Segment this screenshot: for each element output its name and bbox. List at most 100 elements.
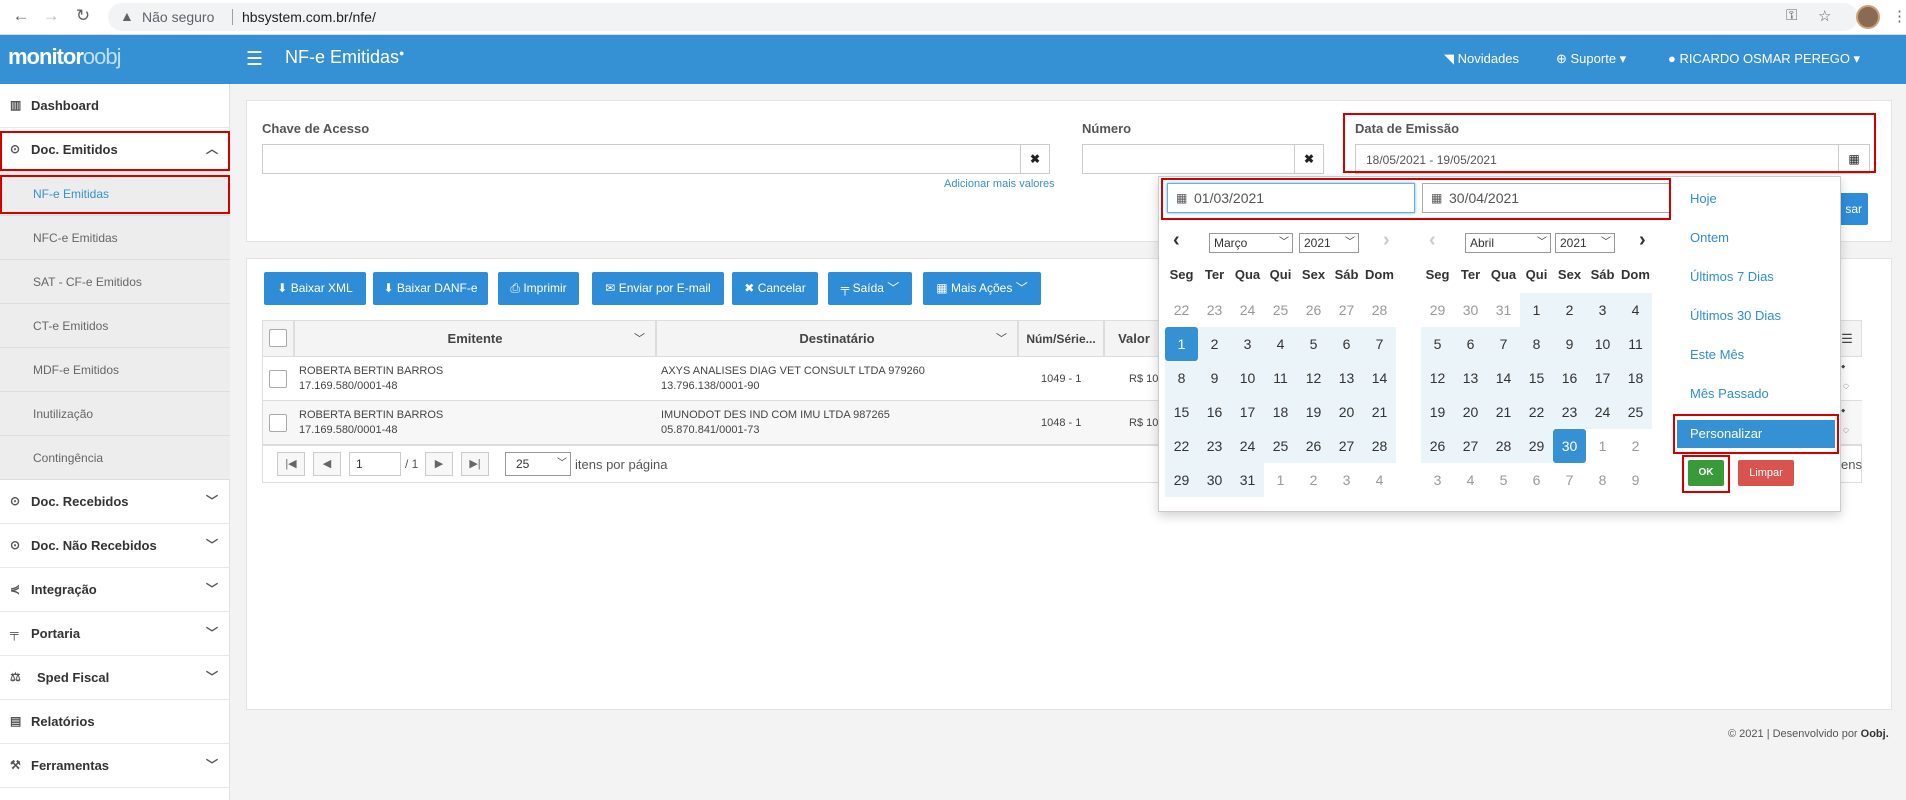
calendar-day[interactable]: 30 bbox=[1198, 463, 1231, 497]
right-year-select[interactable]: 2021 ﹀ bbox=[1555, 233, 1615, 253]
calendar-day[interactable]: 10 bbox=[1231, 361, 1264, 395]
sidebar-sub-cte-emitidos[interactable]: CT-e Emitidos bbox=[0, 304, 230, 348]
sidebar-item-doc-emitidos[interactable]: ⊙ Doc. Emitidos ︿ bbox=[0, 128, 230, 172]
calendar-day[interactable]: 2 bbox=[1297, 463, 1330, 497]
calendar-day[interactable]: 18 bbox=[1619, 361, 1652, 395]
mais-acoes-button[interactable]: ▦ Mais Ações ﹀ bbox=[923, 272, 1041, 305]
header-emitente[interactable]: Emitente ﹀ bbox=[294, 320, 656, 357]
star-icon[interactable]: ☆ bbox=[1818, 7, 1831, 25]
comment-icon[interactable]: ◌ bbox=[1843, 423, 1849, 438]
calendar-day[interactable]: 27 bbox=[1454, 429, 1487, 463]
sidebar-sub-contingencia[interactable]: Contingência bbox=[0, 436, 230, 480]
limpar-button[interactable]: Limpar bbox=[1738, 460, 1794, 486]
calendar-day[interactable]: 1 bbox=[1264, 463, 1297, 497]
back-icon[interactable]: ← bbox=[10, 6, 32, 26]
prev-month-icon[interactable]: ‹ bbox=[1173, 229, 1180, 252]
prev-page-button[interactable]: ◀ bbox=[313, 452, 341, 476]
calendar-day[interactable]: 19 bbox=[1421, 395, 1454, 429]
baixar-danfe-button[interactable]: ⬇ Baixar DANF-e bbox=[373, 272, 488, 305]
clear-chave-button[interactable]: ✖ bbox=[1020, 144, 1050, 174]
calendar-day[interactable]: 2 bbox=[1619, 429, 1652, 463]
sidebar-sub-sat-emitidos[interactable]: SAT - CF-e Emitidos bbox=[0, 260, 230, 304]
sidebar-sub-nfce-emitidas[interactable]: NFC-e Emitidas bbox=[0, 216, 230, 260]
profile-avatar[interactable] bbox=[1856, 5, 1880, 29]
add-more-link[interactable]: Adicionar mais valores bbox=[944, 178, 1055, 190]
calendar-icon[interactable]: ▦ bbox=[1838, 144, 1870, 174]
chevron-down-icon[interactable]: ﹀ bbox=[996, 321, 1007, 357]
nav-suporte[interactable]: ⊕ Suporte ▾ bbox=[1556, 51, 1626, 67]
calendar-day[interactable]: 8 bbox=[1165, 361, 1198, 395]
reload-icon[interactable]: ↻ bbox=[72, 6, 94, 26]
range-mes-passado[interactable]: Mês Passado bbox=[1690, 380, 1850, 408]
calendar-day[interactable]: 1 bbox=[1165, 327, 1198, 361]
key-icon[interactable]: ⚿ bbox=[1786, 7, 1797, 24]
calendar-day[interactable]: 8 bbox=[1586, 463, 1619, 497]
sidebar-item-relatorios[interactable]: ▤ Relatórios bbox=[0, 700, 230, 744]
calendar-day[interactable]: 4 bbox=[1454, 463, 1487, 497]
start-date-input[interactable]: ▦ 01/03/2021 bbox=[1167, 183, 1415, 213]
calendar-day[interactable]: 28 bbox=[1363, 429, 1396, 463]
calendar-day[interactable]: 29 bbox=[1520, 429, 1553, 463]
calendar-day[interactable]: 14 bbox=[1487, 361, 1520, 395]
calendar-day[interactable]: 17 bbox=[1586, 361, 1619, 395]
calendar-day[interactable]: 26 bbox=[1297, 429, 1330, 463]
calendar-day[interactable]: 28 bbox=[1487, 429, 1520, 463]
left-year-select[interactable]: 2021 ﹀ bbox=[1299, 233, 1359, 253]
calendar-day[interactable]: 23 bbox=[1198, 429, 1231, 463]
row-checkbox[interactable] bbox=[269, 414, 287, 432]
calendar-day[interactable]: 25 bbox=[1264, 293, 1297, 327]
sidebar-sub-mdfe-emitidos[interactable]: MDF-e Emitidos bbox=[0, 348, 230, 392]
calendar-day[interactable]: 24 bbox=[1586, 395, 1619, 429]
calendar-day[interactable]: 13 bbox=[1330, 361, 1363, 395]
range-personalizar[interactable]: Personalizar bbox=[1677, 420, 1835, 448]
calendar-day[interactable]: 6 bbox=[1330, 327, 1363, 361]
clear-numero-button[interactable]: ✖ bbox=[1294, 144, 1324, 174]
calendar-day[interactable]: 26 bbox=[1297, 293, 1330, 327]
range-hoje[interactable]: Hoje bbox=[1690, 185, 1850, 213]
header-destinatario[interactable]: Destinatário ﹀ bbox=[656, 320, 1018, 357]
calendar-day[interactable]: 2 bbox=[1553, 293, 1586, 327]
right-month-select[interactable]: Abril ﹀ bbox=[1465, 233, 1551, 253]
enviar-email-button[interactable]: ✉ Enviar por E-mail bbox=[592, 272, 724, 305]
chevron-down-icon[interactable]: ﹀ bbox=[634, 321, 645, 357]
calendar-day[interactable]: 21 bbox=[1487, 395, 1520, 429]
calendar-day[interactable]: 7 bbox=[1553, 463, 1586, 497]
range-ontem[interactable]: Ontem bbox=[1690, 224, 1850, 252]
calendar-day[interactable]: 22 bbox=[1520, 395, 1553, 429]
calendar-day[interactable]: 25 bbox=[1264, 429, 1297, 463]
calendar-day[interactable]: 4 bbox=[1619, 293, 1652, 327]
calendar-day[interactable]: 14 bbox=[1363, 361, 1396, 395]
calendar-day[interactable]: 23 bbox=[1553, 395, 1586, 429]
forward-icon[interactable]: → bbox=[40, 6, 62, 26]
sidebar-item-integracao[interactable]: ⋞ Integração ﹀ bbox=[0, 568, 230, 612]
calendar-day[interactable]: 30 bbox=[1454, 293, 1487, 327]
baixar-xml-button[interactable]: ⬇ Baixar XML bbox=[264, 272, 366, 305]
range-ultimos-7[interactable]: Últimos 7 Dias bbox=[1690, 263, 1850, 291]
calendar-day[interactable]: 16 bbox=[1198, 395, 1231, 429]
calendar-day[interactable]: 5 bbox=[1487, 463, 1520, 497]
last-page-button[interactable]: ▶| bbox=[461, 452, 489, 476]
range-ultimos-30[interactable]: Últimos 30 Dias bbox=[1690, 302, 1850, 330]
calendar-day[interactable]: 4 bbox=[1363, 463, 1396, 497]
calendar-day[interactable]: 20 bbox=[1454, 395, 1487, 429]
data-emissao-input[interactable]: 18/05/2021 - 19/05/2021 bbox=[1355, 144, 1840, 174]
calendar-day[interactable]: 31 bbox=[1487, 293, 1520, 327]
url-text[interactable]: hbsystem.com.br/nfe/ bbox=[242, 9, 376, 25]
calendar-day[interactable]: 25 bbox=[1619, 395, 1652, 429]
calendar-day[interactable]: 3 bbox=[1330, 463, 1363, 497]
sidebar-item-doc-nao-recebidos[interactable]: ⊙ Doc. Não Recebidos ﹀ bbox=[0, 524, 230, 568]
calendar-day[interactable]: 6 bbox=[1454, 327, 1487, 361]
calendar-day[interactable]: 29 bbox=[1421, 293, 1454, 327]
sidebar-item-sped-fiscal[interactable]: ⚖ Sped Fiscal ﹀ bbox=[0, 656, 230, 700]
row-checkbox[interactable] bbox=[269, 370, 287, 388]
calendar-day[interactable]: 28 bbox=[1363, 293, 1396, 327]
sidebar-sub-nfe-emitidas[interactable]: NF-e Emitidas bbox=[0, 172, 230, 216]
calendar-day[interactable]: 1 bbox=[1586, 429, 1619, 463]
calendar-day[interactable]: 24 bbox=[1231, 429, 1264, 463]
page-input[interactable]: 1 bbox=[349, 452, 401, 476]
cancelar-button[interactable]: ✖ Cancelar bbox=[732, 272, 818, 305]
calendar-day[interactable]: 18 bbox=[1264, 395, 1297, 429]
end-date-input[interactable]: ▦ 30/04/2021 bbox=[1422, 183, 1670, 213]
calendar-day[interactable]: 3 bbox=[1421, 463, 1454, 497]
calendar-day[interactable]: 7 bbox=[1363, 327, 1396, 361]
